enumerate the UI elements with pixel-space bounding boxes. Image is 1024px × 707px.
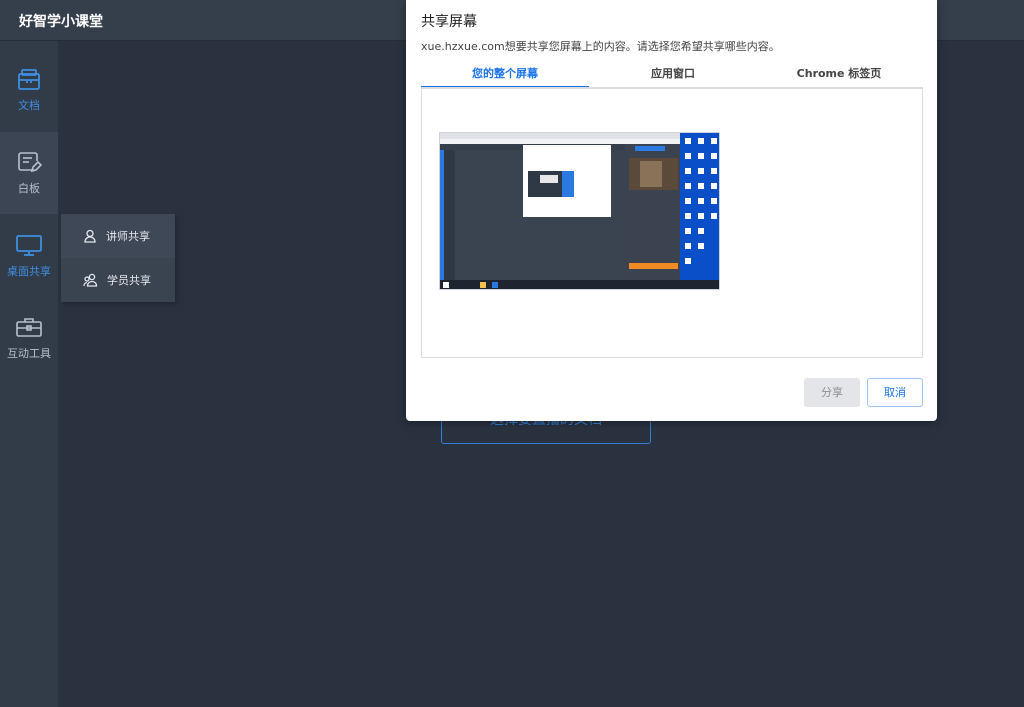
dialog-description: xue.hzxue.com想要共享您屏幕上的内容。请选择您希望共享哪些内容。 xyxy=(421,40,780,53)
screen-thumbnail[interactable] xyxy=(439,132,720,290)
tab-app-window[interactable]: 应用窗口 xyxy=(589,64,757,88)
sidebar-item-whiteboard[interactable]: 白板 xyxy=(0,132,58,214)
submenu-item-teacher-share[interactable]: 讲师共享 xyxy=(61,214,175,258)
app-title: 好智学小课堂 xyxy=(19,14,103,30)
share-screen-dialog: 共享屏幕 xue.hzxue.com想要共享您屏幕上的内容。请选择您希望共享哪些… xyxy=(406,0,937,421)
submenu-item-student-share[interactable]: 学员共享 xyxy=(61,258,175,302)
users-icon xyxy=(83,273,98,287)
whiteboard-icon xyxy=(16,150,42,174)
user-icon xyxy=(84,229,96,243)
dialog-title: 共享屏幕 xyxy=(421,14,477,30)
sidebar-item-tools[interactable]: 互动工具 xyxy=(0,297,58,379)
monitor-icon xyxy=(15,233,43,257)
sidebar-item-label: 白板 xyxy=(18,182,40,195)
tab-entire-screen[interactable]: 您的整个屏幕 xyxy=(421,64,589,88)
share-tabs: 您的整个屏幕 应用窗口 Chrome 标签页 xyxy=(421,64,923,88)
desktop-share-submenu: 讲师共享 学员共享 xyxy=(61,214,175,302)
sidebar-item-label: 桌面共享 xyxy=(7,265,51,278)
submenu-item-label: 学员共享 xyxy=(107,274,151,287)
sidebar-item-document[interactable]: 文档 xyxy=(0,49,58,131)
sidebar: 文档 白板 桌面共享 互动工具 xyxy=(0,41,58,707)
screen-preview-area xyxy=(421,88,923,358)
document-icon xyxy=(16,67,42,91)
sidebar-item-label: 互动工具 xyxy=(7,347,51,360)
submenu-item-label: 讲师共享 xyxy=(106,230,150,243)
cancel-button[interactable]: 取消 xyxy=(867,378,923,407)
share-button[interactable]: 分享 xyxy=(804,378,860,407)
sidebar-item-desktop-share[interactable]: 桌面共享 xyxy=(0,215,58,297)
tab-chrome-tab[interactable]: Chrome 标签页 xyxy=(755,64,923,88)
toolbox-icon xyxy=(15,315,43,339)
sidebar-item-label: 文档 xyxy=(18,99,40,112)
